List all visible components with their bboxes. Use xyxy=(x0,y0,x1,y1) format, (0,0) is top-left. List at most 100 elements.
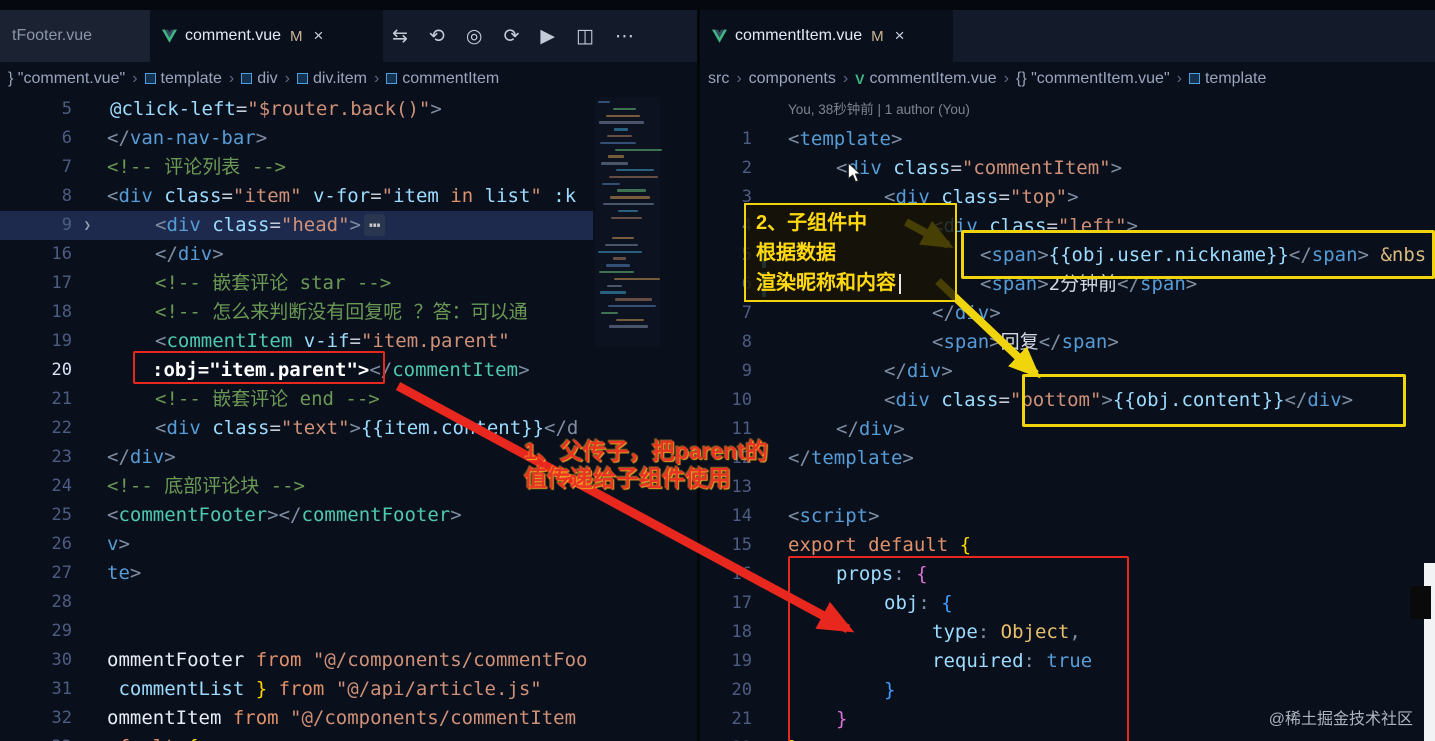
breadcrumb-item[interactable]: VcommentItem.vue xyxy=(855,70,997,88)
minimap[interactable] xyxy=(595,97,662,347)
line-number[interactable]: 26 xyxy=(0,530,95,559)
line-number[interactable]: 29 xyxy=(0,617,95,646)
editor-comment-vue[interactable]: 5 @click-left="$router.back()"> 6 </van-nav… xyxy=(0,95,698,741)
line-number[interactable]: 9 ❯ xyxy=(0,211,95,240)
code-line[interactable]: 24 <!-- 底部评论块 --> xyxy=(0,472,593,501)
tab-comment-vue[interactable]: comment.vue M × xyxy=(150,10,383,62)
code-line[interactable]: 29 xyxy=(0,617,593,646)
line-number[interactable]: 19 xyxy=(0,327,95,356)
tab-bar-top-strip xyxy=(0,0,1435,10)
line-number[interactable]: 24 xyxy=(0,472,95,501)
line-number[interactable]: 1 xyxy=(700,125,788,154)
line-number[interactable]: 28 xyxy=(0,588,95,617)
code-line[interactable]: 17 <!-- 嵌套评论 star --> xyxy=(0,269,593,298)
tab-commentitem-vue[interactable]: commentItem.vue M × xyxy=(700,10,953,62)
line-number[interactable]: 22 xyxy=(700,734,788,741)
line-number[interactable]: 17 xyxy=(700,589,788,618)
code-line[interactable]: 12 </template> xyxy=(700,444,1435,473)
fold-chevron-icon[interactable]: ❯ xyxy=(84,211,91,240)
token: div xyxy=(166,417,201,439)
breadcrumb-item[interactable]: div xyxy=(241,69,278,88)
line-number[interactable]: 9 xyxy=(700,357,788,386)
tab-commentfooter-vue[interactable]: tFooter.vue xyxy=(0,10,150,62)
code-line[interactable]: 27 te> xyxy=(0,559,593,588)
code-line[interactable]: 16 </div> xyxy=(0,240,593,269)
more-actions-icon[interactable]: ⋯ xyxy=(615,25,634,47)
breadcrumb-item[interactable]: commentItem xyxy=(386,70,499,88)
step-forward-icon[interactable]: ⟳ xyxy=(503,25,519,47)
line-number[interactable]: 22 xyxy=(0,414,95,443)
line-number[interactable]: 16 xyxy=(0,240,95,269)
code-line[interactable]: 2 <div class="commentItem"> xyxy=(700,154,1435,183)
code-line[interactable]: 7 <!-- 评论列表 --> xyxy=(0,153,593,182)
page-scrollbar-thumb[interactable] xyxy=(1410,586,1431,619)
line-number[interactable]: 25 xyxy=(0,501,95,530)
compare-changes-icon[interactable]: ⇆ xyxy=(392,25,408,47)
code-line[interactable]: 25 <commentFooter></commentFooter> xyxy=(0,501,593,530)
code-line[interactable]: 23 </div> xyxy=(0,443,593,472)
code-line[interactable]: 21 <!-- 嵌套评论 end --> xyxy=(0,385,593,414)
code-line[interactable]: 30 ommentFooter from "@/components/commen… xyxy=(0,646,593,675)
line-number[interactable]: 18 xyxy=(0,298,95,327)
line-number[interactable]: 27 xyxy=(0,559,95,588)
breadcrumb-item[interactable]: div.item xyxy=(297,70,367,88)
run-icon[interactable]: ▶ xyxy=(540,25,555,47)
line-number[interactable]: 6 xyxy=(0,124,95,153)
code-line[interactable]: 32 ommentItem from "@/components/commentI… xyxy=(0,704,593,733)
breadcrumb-item[interactable]: } "comment.vue" xyxy=(8,70,125,88)
step-back-icon[interactable]: ⟲ xyxy=(429,25,445,47)
record-icon[interactable]: ◎ xyxy=(466,25,483,47)
code-line[interactable]: 6 </van-nav-bar> xyxy=(0,124,593,153)
code-line[interactable]: 5 @click-left="$router.back()"> xyxy=(0,95,593,124)
line-number[interactable]: 2 xyxy=(700,154,788,183)
breadcrumb-label: div xyxy=(257,69,278,87)
line-number[interactable]: 17 xyxy=(0,269,95,298)
line-number[interactable]: 30 xyxy=(0,646,95,675)
close-tab-icon[interactable]: × xyxy=(895,26,905,46)
line-number[interactable]: 33 xyxy=(0,733,95,741)
line-number[interactable]: 7 xyxy=(0,153,95,182)
breadcrumb-item[interactable]: template xyxy=(1188,70,1266,88)
code-line[interactable]: 33efault { xyxy=(0,733,593,741)
code-line[interactable]: 7 </div> xyxy=(700,299,1435,328)
line-number[interactable]: 21 xyxy=(700,705,788,734)
code-line[interactable]: 9 ❯ <div class="head"> ⋯ xyxy=(0,211,593,240)
codelens-blame[interactable]: You, 38秒钟前 | 1 author (You) xyxy=(700,95,1435,125)
line-number[interactable]: 7 xyxy=(700,299,788,328)
line-number[interactable]: 20 xyxy=(700,676,788,705)
line-number[interactable]: 8 xyxy=(0,182,95,211)
code-line[interactable]: 1 <template> xyxy=(700,125,1435,154)
breadcrumb-item[interactable]: {} "commentItem.vue" xyxy=(1016,70,1170,88)
code-line[interactable]: 14 <script> xyxy=(700,502,1435,531)
editor-group-divider[interactable] xyxy=(697,8,700,741)
line-number[interactable]: 19 xyxy=(700,647,788,676)
token: > xyxy=(1067,186,1079,208)
split-editor-icon[interactable]: ◫ xyxy=(576,25,594,47)
code-line[interactable]: 8 <div class="item" v-for="item in list" … xyxy=(0,182,593,211)
token: { xyxy=(187,736,198,741)
line-number[interactable]: 18 xyxy=(700,618,788,647)
token: > xyxy=(164,446,176,468)
line-number[interactable]: 16 xyxy=(700,560,788,589)
code-line[interactable]: 8 <span>回复</span> xyxy=(700,328,1435,357)
line-number[interactable]: 10 xyxy=(700,386,788,415)
line-number[interactable]: 31 xyxy=(0,675,95,704)
code-line[interactable]: 13 xyxy=(700,473,1435,502)
line-number[interactable]: 32 xyxy=(0,704,95,733)
line-number[interactable]: 15 xyxy=(700,531,788,560)
line-number[interactable]: 14 xyxy=(700,502,788,531)
code-line[interactable]: 18 <!-- 怎么来判断没有回复呢 ？答：可以通 xyxy=(0,298,593,327)
code-line[interactable]: 26 v> xyxy=(0,530,593,559)
breadcrumb-item[interactable]: src xyxy=(708,70,729,88)
code-line[interactable]: 31 commentList } from "@/api/article.js" xyxy=(0,675,593,704)
breadcrumb-item[interactable]: components xyxy=(749,70,836,88)
line-number[interactable]: 23 xyxy=(0,443,95,472)
code-line[interactable]: 28 xyxy=(0,588,593,617)
line-number[interactable]: 20 xyxy=(0,356,95,385)
breadcrumb-item[interactable]: template xyxy=(144,70,222,88)
close-tab-icon[interactable]: × xyxy=(314,26,324,46)
line-number[interactable]: 5 xyxy=(0,95,95,124)
line-number[interactable]: 8 xyxy=(700,328,788,357)
code-line[interactable]: 22 <div class="text">{{item.content}}</d xyxy=(0,414,593,443)
line-number[interactable]: 21 xyxy=(0,385,95,414)
